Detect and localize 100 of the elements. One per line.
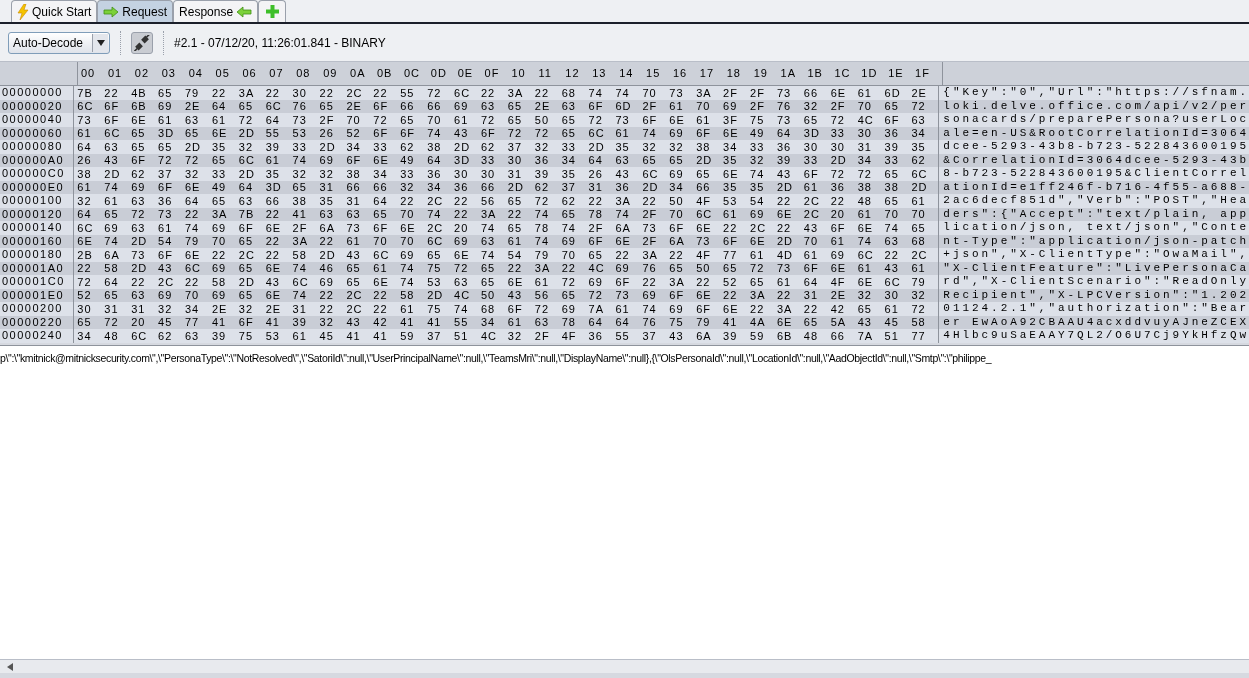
hex-byte: 53 bbox=[723, 193, 739, 209]
column-header: 17 bbox=[699, 66, 716, 82]
hex-byte: 70 bbox=[696, 99, 712, 114]
hex-byte: 65 bbox=[292, 180, 308, 195]
hex-byte: 2C bbox=[346, 301, 364, 317]
hex-byte: 4B bbox=[131, 85, 148, 101]
hex-byte: 63 bbox=[185, 112, 201, 128]
hex-byte: 2D bbox=[238, 126, 256, 141]
hex-byte: 69 bbox=[211, 220, 228, 236]
hex-byte: 50 bbox=[669, 193, 685, 209]
text-line: p\":\"kmitnick@mitnicksecurity.com\",\"PersonaType\":\"NotResolved\",\"SatoriId\":null,\"UserPrincipalName\":null,\"TeamsMri\":null,\"DisplayName\":null},{\"OlsPersonaId\":null,\"LocationId\":null,\"AadObjectId\":null,\"Smtp\":\"philippe_ bbox=[0, 350, 993, 366]
hex-byte: 70 bbox=[400, 234, 416, 249]
hex-byte: 22 bbox=[265, 85, 281, 101]
hex-byte: 22 bbox=[669, 247, 685, 263]
hex-byte: 6F bbox=[696, 301, 713, 317]
hex-byte: 31 bbox=[319, 180, 335, 195]
hex-byte: 53 bbox=[292, 126, 308, 141]
hex-byte: 22 bbox=[750, 301, 766, 317]
hex-byte: 63 bbox=[534, 315, 550, 330]
hex-byte: 22 bbox=[319, 288, 335, 303]
hex-byte: 56 bbox=[534, 288, 550, 303]
hex-byte: 45 bbox=[158, 315, 174, 330]
hex-byte: 22 bbox=[776, 288, 793, 303]
hex-byte: 6F bbox=[373, 99, 390, 114]
hex-byte: 6F bbox=[104, 112, 121, 128]
hex-byte: 74 bbox=[561, 220, 577, 236]
scroll-left-icon bbox=[5, 661, 15, 672]
hex-byte: 70 bbox=[911, 207, 927, 222]
hex-byte: 6E bbox=[723, 166, 740, 182]
hex-byte: 22 bbox=[480, 85, 497, 101]
hex-byte: 42 bbox=[830, 301, 846, 317]
hex-byte: 34 bbox=[427, 180, 443, 195]
hex-byte: 31 bbox=[292, 301, 308, 317]
hex-byte: 35 bbox=[750, 180, 766, 195]
hex-byte: 22 bbox=[211, 247, 228, 263]
tab[interactable]: Quick Start bbox=[11, 0, 98, 22]
hex-byte: 61 bbox=[77, 126, 93, 141]
hex-byte: 6C bbox=[454, 85, 472, 101]
connect-button[interactable] bbox=[131, 31, 153, 54]
hex-byte: 64 bbox=[373, 193, 389, 209]
column-header: 08 bbox=[296, 66, 312, 82]
hex-byte: 70 bbox=[400, 207, 416, 222]
hex-byte: 36 bbox=[534, 153, 550, 168]
hex-byte: 2F bbox=[750, 99, 766, 114]
hex-byte: 61 bbox=[454, 112, 470, 128]
hex-byte: 72 bbox=[561, 274, 577, 290]
hex-byte: 77 bbox=[911, 328, 927, 344]
decoder-dropdown[interactable]: Auto-Decode bbox=[8, 31, 110, 54]
hex-byte: 37 bbox=[427, 328, 443, 344]
hex-byte: 2D bbox=[104, 166, 122, 182]
hex-byte: 55 bbox=[265, 126, 281, 141]
hex-byte: 65 bbox=[884, 166, 900, 182]
hex-byte: 65 bbox=[669, 261, 685, 276]
hex-byte: 6F bbox=[238, 220, 255, 236]
add-tab-button[interactable] bbox=[258, 0, 287, 22]
hex-byte: 64 bbox=[615, 315, 631, 330]
plug-icon bbox=[134, 34, 150, 51]
column-header: 01 bbox=[107, 66, 124, 82]
hex-byte: 33 bbox=[373, 139, 389, 155]
hex-byte: 2D bbox=[185, 139, 203, 155]
hex-byte: 6E bbox=[454, 247, 471, 263]
hex-byte: 22 bbox=[319, 85, 335, 101]
hex-byte: 69 bbox=[723, 99, 739, 114]
hex-byte: 3A bbox=[507, 85, 525, 101]
column-header: 05 bbox=[215, 66, 231, 82]
hex-byte: 70 bbox=[857, 99, 873, 114]
hex-byte: 72 bbox=[454, 261, 470, 276]
hex-byte: 72 bbox=[104, 315, 120, 330]
hex-byte: 6A bbox=[319, 220, 336, 236]
hex-byte: 61 bbox=[507, 234, 524, 249]
hex-byte: 2E bbox=[911, 85, 928, 101]
hex-byte: 22 bbox=[265, 207, 281, 222]
hex-byte: 62 bbox=[480, 139, 497, 155]
hex-byte: 65 bbox=[238, 234, 255, 249]
hex-byte: 65 bbox=[884, 193, 900, 209]
hex-byte: 74 bbox=[884, 220, 900, 236]
column-header: 04 bbox=[188, 66, 204, 82]
horizontal-scrollbar[interactable] bbox=[0, 659, 1249, 673]
hex-byte: 6A bbox=[615, 220, 632, 236]
hex-byte: 75 bbox=[238, 328, 255, 344]
hex-byte: 51 bbox=[884, 328, 900, 344]
hex-byte: 65 bbox=[346, 274, 362, 290]
hex-byte: 63 bbox=[561, 99, 577, 114]
hex-byte: 6F bbox=[346, 153, 363, 168]
hex-byte: 36 bbox=[427, 166, 443, 182]
hex-byte: 6C bbox=[911, 166, 929, 182]
hex-byte: 6F bbox=[696, 126, 713, 141]
hex-byte: 6C bbox=[292, 274, 310, 290]
hex-byte: 7A bbox=[857, 328, 875, 344]
hex-byte: 61 bbox=[857, 207, 873, 222]
tab[interactable]: Request bbox=[97, 0, 174, 22]
hex-byte: 65 bbox=[723, 261, 739, 276]
hex-byte: 65 bbox=[507, 112, 524, 128]
hex-byte: 2D bbox=[427, 288, 445, 303]
hex-byte: 4F bbox=[696, 247, 713, 263]
hex-byte: 39 bbox=[776, 153, 793, 168]
hex-byte: 22 bbox=[373, 301, 389, 317]
hex-byte: 6C bbox=[642, 166, 660, 182]
hex-byte: 6F bbox=[803, 261, 820, 276]
tab[interactable]: Response bbox=[173, 0, 259, 22]
